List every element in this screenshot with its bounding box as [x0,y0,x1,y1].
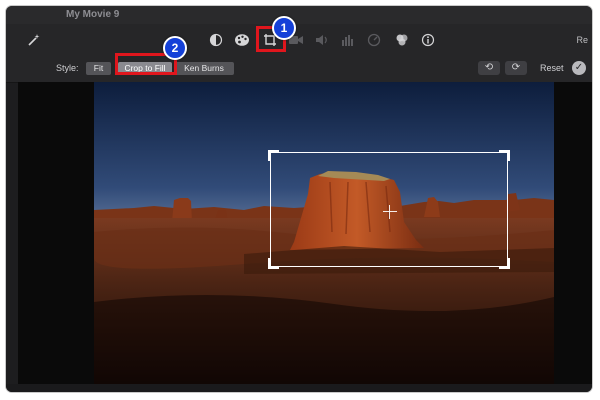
ken-burns-button[interactable]: Ken Burns [174,62,234,75]
style-label: Style: [56,63,79,73]
adjustments-toolbar: Re [6,24,592,56]
reset-button[interactable]: Reset [540,63,564,73]
step-badge-2: 2 [163,36,187,60]
playback-bar [6,384,592,392]
crop-handle-bottom-right[interactable] [499,258,510,269]
volume-icon[interactable] [314,33,330,47]
color-palette-icon[interactable] [234,33,250,47]
magic-wand-icon[interactable] [26,33,42,47]
title-bar: My Movie 9 [6,6,592,24]
color-balance-icon[interactable] [208,33,224,47]
crosshair-icon [383,205,397,219]
crop-handle-top-left[interactable] [268,150,279,161]
filter-icon[interactable] [394,33,410,47]
info-icon[interactable] [420,33,436,47]
fit-button[interactable]: Fit [86,62,111,75]
reset-all-label[interactable]: Re [576,35,588,45]
crop-handle-top-right[interactable] [499,150,510,161]
checkmark-icon[interactable]: ✓ [572,61,586,75]
window-title: My Movie 9 [66,9,120,20]
step-badge-1: 1 [272,16,296,40]
equalizer-icon[interactable] [340,33,356,47]
crop-handle-bottom-left[interactable] [268,258,279,269]
crop-frame[interactable] [268,150,510,269]
viewer [18,82,592,384]
rotate-right-icon[interactable]: ⟳ [505,61,527,75]
imovie-window: My Movie 9 Re Style: Fit Crop to Fill Ke… [6,6,592,392]
crop-style-bar: Style: Fit Crop to Fill Ken Burns ⟲ ⟳ Re… [6,56,592,83]
speedometer-icon[interactable] [366,33,382,47]
rotate-left-icon[interactable]: ⟲ [478,61,500,75]
